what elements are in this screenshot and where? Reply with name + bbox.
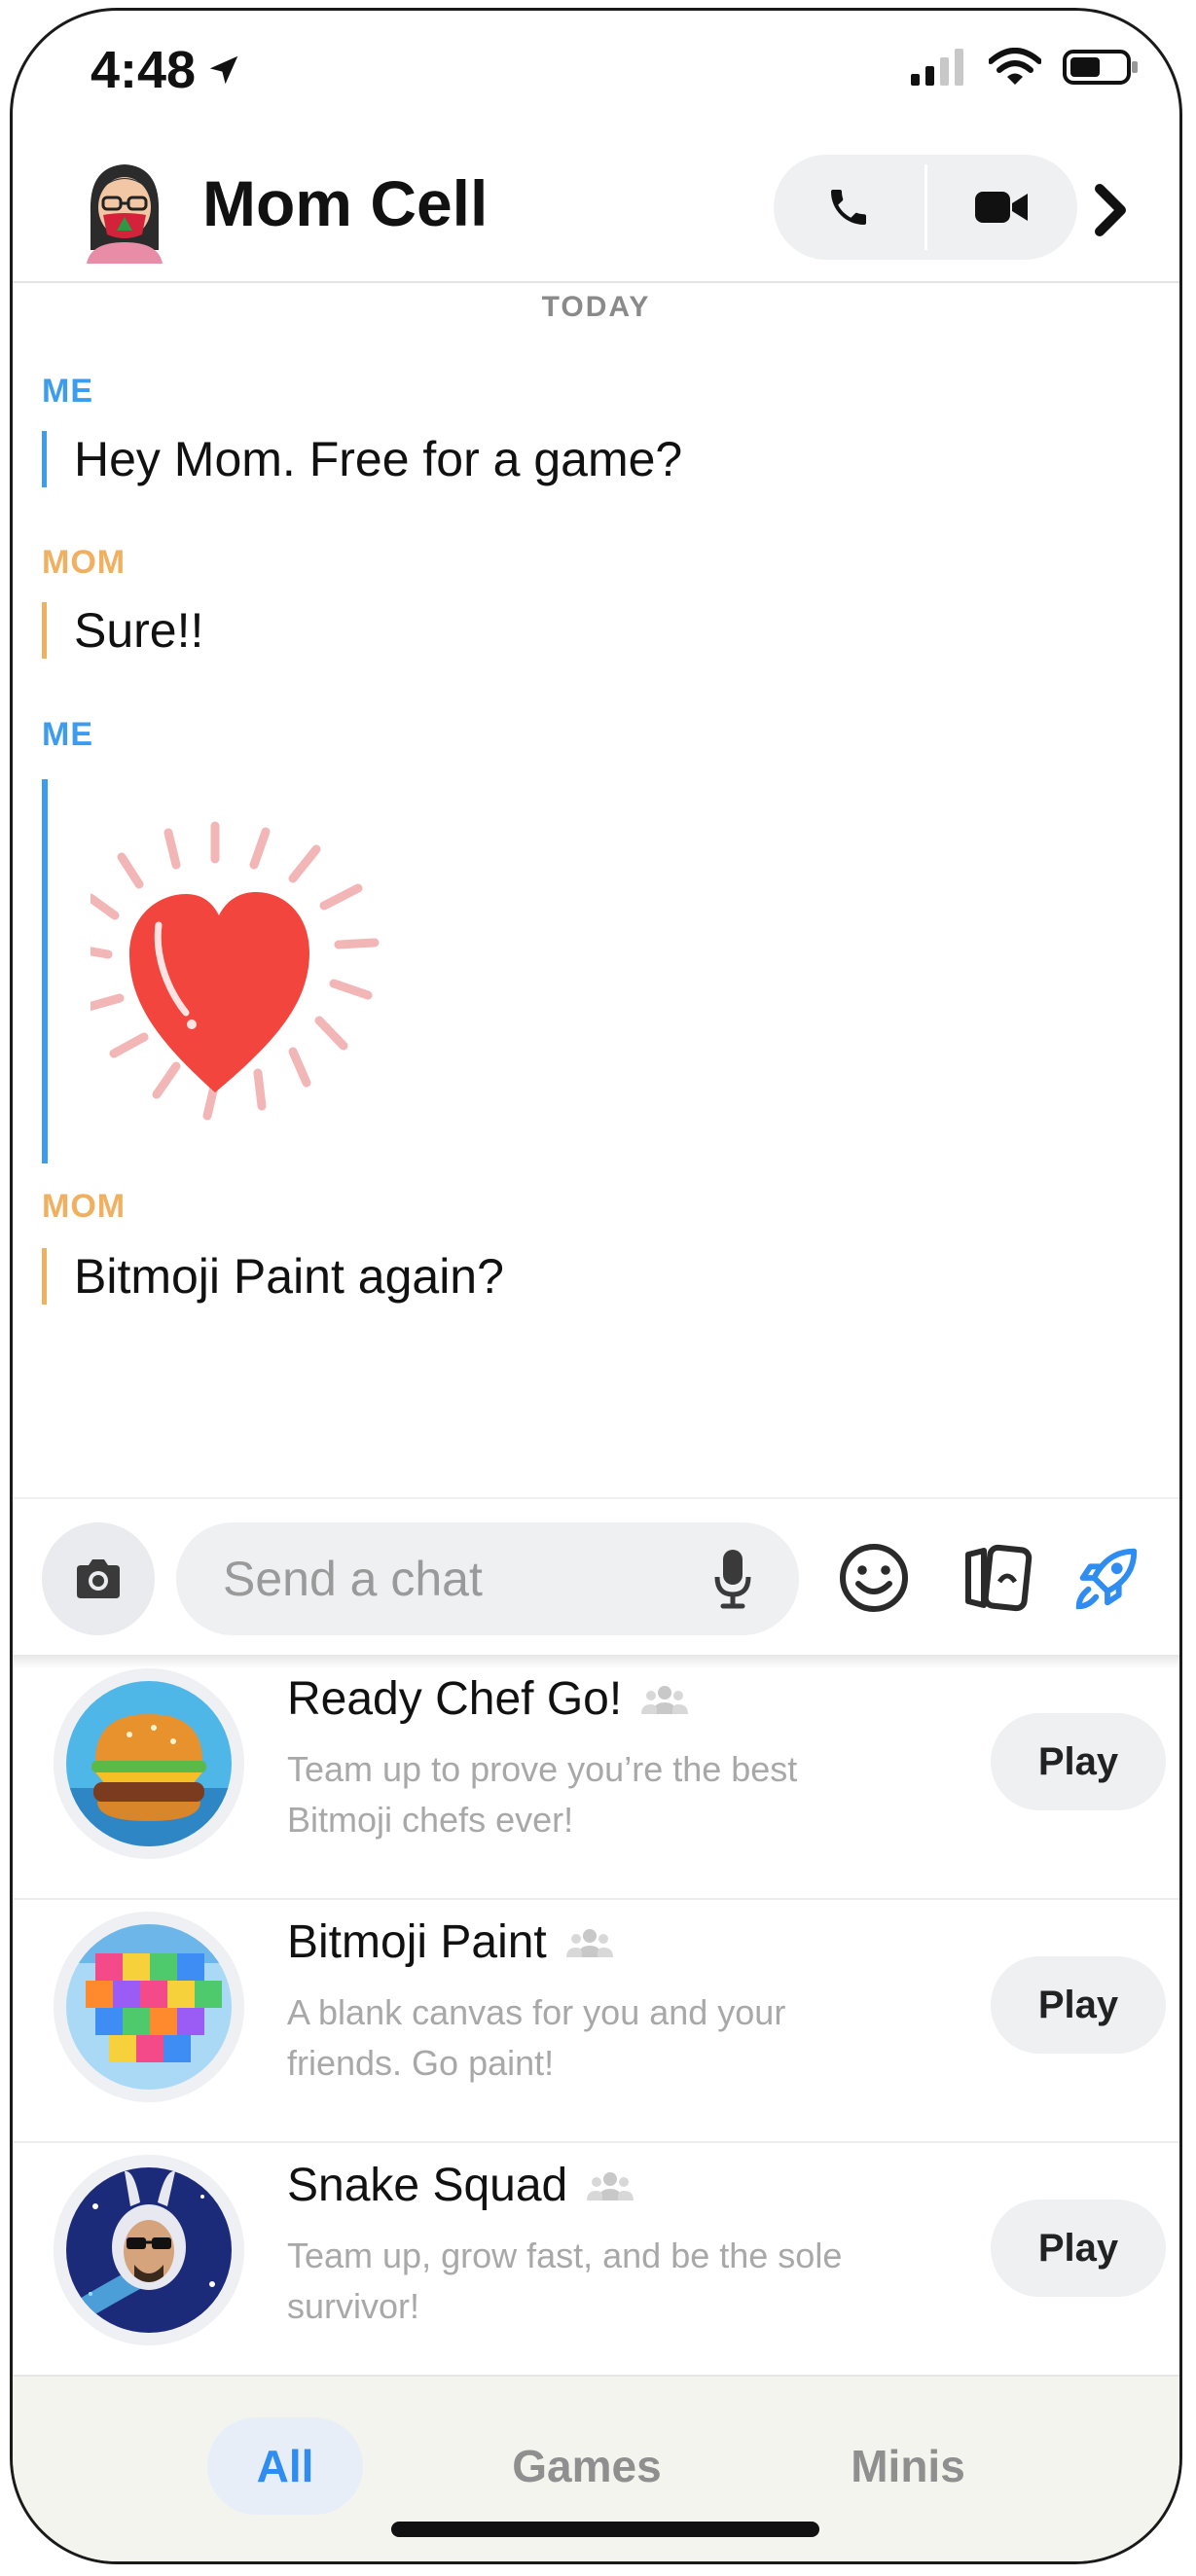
game-row[interactable]: Snake Squad Team up, grow fast, and be t…	[13, 2141, 1179, 2386]
phone-frame: 4:48 Mom Cell TODAY ME Hey Mom. Free for…	[10, 8, 1182, 2564]
group-icon	[565, 1928, 613, 1957]
tab-all[interactable]: All	[207, 2417, 363, 2515]
heart-sticker-icon[interactable]	[91, 808, 441, 1139]
chat-composer	[13, 1497, 1179, 1657]
chat-title[interactable]: Mom Cell	[202, 166, 488, 240]
date-divider: TODAY	[541, 291, 651, 323]
sender-label-me: ME	[42, 716, 93, 753]
games-list: Ready Chef Go! Team up to prove you’re t…	[13, 1655, 1179, 2386]
tab-games[interactable]: Games	[480, 2417, 694, 2515]
chat-message[interactable]: Hey Mom. Free for a game?	[42, 431, 682, 487]
status-time-group: 4:48	[91, 40, 242, 100]
battery-icon	[1063, 50, 1138, 85]
snake-bunny-game-icon	[54, 2155, 244, 2345]
game-name: Snake Squad	[287, 2160, 568, 2211]
rocket-icon[interactable]	[1064, 1534, 1151, 1622]
group-icon	[641, 1685, 689, 1714]
game-name: Bitmoji Paint	[287, 1916, 547, 1968]
cards-icon[interactable]	[952, 1534, 1039, 1622]
video-camera-icon	[974, 192, 1028, 223]
status-bar: 4:48	[13, 11, 1179, 137]
status-time: 4:48	[91, 41, 197, 99]
game-row[interactable]: Bitmoji Paint A blank canvas for you and…	[13, 1898, 1179, 2143]
chat-header: Mom Cell	[13, 137, 1179, 283]
microphone-icon[interactable]	[704, 1542, 762, 1616]
signal-icon	[911, 49, 963, 86]
sender-label-me: ME	[42, 373, 93, 410]
game-description: Team up, grow fast, and be the sole surv…	[287, 2236, 843, 2326]
chat-message[interactable]: Sure!!	[42, 602, 203, 659]
play-button[interactable]: Play	[991, 1713, 1166, 1810]
voice-call-button[interactable]	[774, 155, 924, 260]
game-title-row: Bitmoji Paint	[287, 1915, 615, 1969]
sender-label-mom: MOM	[42, 544, 127, 581]
paint-blocks-game-icon	[54, 1912, 244, 2102]
status-indicators	[911, 48, 1141, 87]
home-indicator[interactable]	[391, 2522, 819, 2537]
video-call-button[interactable]	[927, 155, 1078, 260]
game-title-row: Snake Squad	[287, 2159, 635, 2212]
game-name: Ready Chef Go!	[287, 1673, 623, 1725]
location-arrow-icon	[209, 55, 238, 85]
camera-button[interactable]	[42, 1522, 155, 1635]
smiley-icon[interactable]	[830, 1534, 918, 1622]
sticker-message-bar	[42, 779, 48, 1163]
play-button[interactable]: Play	[991, 2200, 1166, 2297]
chat-message[interactable]: Bitmoji Paint again?	[42, 1248, 504, 1305]
tab-minis[interactable]: Minis	[811, 2417, 1005, 2515]
camera-icon	[77, 1559, 120, 1598]
game-description: A blank canvas for you and your friends.…	[287, 1992, 786, 2083]
bitmoji-avatar-icon[interactable]	[71, 157, 178, 264]
game-description: Team up to prove you’re the best Bitmoji…	[287, 1749, 798, 1840]
burger-game-icon	[54, 1668, 244, 1859]
game-title-row: Ready Chef Go!	[287, 1672, 690, 1726]
chevron-right-icon[interactable]	[1082, 176, 1141, 244]
group-icon	[587, 2171, 634, 2200]
phone-icon	[831, 190, 867, 225]
game-row[interactable]: Ready Chef Go! Team up to prove you’re t…	[13, 1655, 1179, 1900]
play-button[interactable]: Play	[991, 1956, 1166, 2054]
wifi-icon	[989, 48, 1041, 85]
sender-label-mom: MOM	[42, 1188, 127, 1225]
call-buttons	[774, 155, 1077, 260]
